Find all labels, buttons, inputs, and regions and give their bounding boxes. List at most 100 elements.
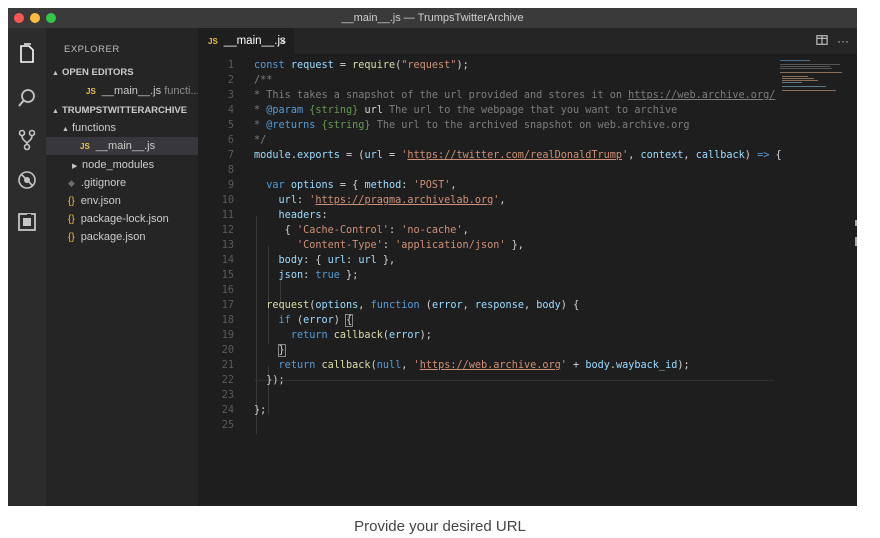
git-file-icon: ◆ (68, 178, 75, 188)
code-text: url: 'https://pragma.archivelab.org', (278, 195, 506, 206)
line-number: 24 (221, 405, 234, 416)
tree-item-label: env.json (80, 195, 121, 207)
tree-item-env-json[interactable]: {} env.json (46, 192, 198, 210)
code-text: headers: (278, 210, 328, 221)
line-number: 10 (221, 195, 234, 206)
line-number: 13 (221, 240, 234, 251)
line-number: 19 (221, 330, 234, 341)
line-number: 2 (227, 75, 234, 86)
caret-down-icon: ▲ (52, 108, 59, 115)
close-tab-icon[interactable]: × (279, 28, 286, 54)
code-text: body: { url: url }, (278, 255, 396, 266)
code-text: * @param {string} url The url to the web… (254, 105, 678, 116)
open-editors-section[interactable]: ▲ OPEN EDITORS (46, 63, 198, 81)
line-number: 20 (221, 345, 234, 356)
json-file-icon: {} (68, 196, 75, 207)
minimap-line (782, 78, 814, 79)
explorer-sidebar: EXPLORER ▲ OPEN EDITORS JS __main__.js fun… (46, 28, 198, 506)
code-text: return callback(error); (290, 330, 432, 341)
more-actions-icon[interactable]: ··· (836, 34, 850, 48)
files-icon[interactable] (15, 42, 39, 66)
line-number: 23 (221, 390, 234, 401)
line-number: 7 (227, 150, 234, 161)
code-text: * @returns {string} The url to the archi… (254, 120, 690, 131)
tree-item-package-json[interactable]: {} package.json (46, 228, 198, 246)
tab-main-js[interactable]: JS __main__.js × (198, 28, 294, 54)
editor-pane: JS __main__.js × ··· 1 const request = req… (198, 28, 857, 506)
source-control-icon[interactable] (15, 128, 39, 152)
close-window-button[interactable] (14, 13, 24, 23)
line-number: 4 (227, 105, 234, 116)
line-number: 17 (221, 300, 234, 311)
js-file-icon: JS (208, 37, 218, 46)
tree-item-functions[interactable]: ▲ functions (46, 119, 198, 137)
maximize-window-button[interactable] (46, 13, 56, 23)
js-file-icon: JS (80, 142, 90, 151)
caret-right-icon: ▶ (72, 163, 78, 170)
window-title: __main__.js — TrumpsTwitterArchive (341, 12, 524, 24)
minimap-line (782, 86, 826, 87)
line-number: 14 (221, 255, 234, 266)
tree-item-label: .gitignore (80, 177, 127, 189)
search-icon[interactable] (15, 86, 39, 110)
tree-item-label: functions (72, 122, 117, 134)
open-editor-item[interactable]: JS __main__.js functi... (46, 82, 198, 100)
line-number: 21 (221, 360, 234, 371)
minimap-line (780, 60, 810, 61)
tab-bar: JS __main__.js × ··· (198, 28, 857, 54)
minimap-line (782, 80, 818, 81)
code-text: json: true }; (278, 270, 359, 281)
caption: Provide your desired URL (354, 518, 526, 535)
project-section[interactable]: ▲ TRUMPSTWITTERARCHIVE (46, 101, 198, 119)
line-number: 9 (227, 180, 234, 191)
line-number: 12 (221, 225, 234, 236)
tree-item-gitignore[interactable]: ◆ .gitignore (46, 174, 198, 192)
line-number: 18 (221, 315, 234, 326)
debug-icon[interactable] (15, 168, 39, 192)
caret-down-icon: ▲ (52, 70, 59, 77)
activity-bar (8, 28, 46, 506)
minimap-line (780, 72, 842, 73)
code-text: }; (254, 405, 267, 416)
split-editor-icon[interactable] (815, 34, 829, 48)
minimize-window-button[interactable] (30, 13, 40, 23)
project-label: TRUMPSTWITTERARCHIVE (62, 105, 188, 116)
json-file-icon: {} (68, 214, 75, 225)
code-text: return callback(null, 'https://web.archi… (278, 360, 690, 371)
code-text: module.exports = (url = 'https://twitter… (254, 150, 782, 161)
line-number: 8 (227, 165, 234, 176)
active-line-rule (254, 380, 774, 381)
tree-item-main-js[interactable]: JS __main__.js (46, 137, 198, 155)
editor-window: __main__.js — TrumpsTwitterArchive EXPLO… (8, 8, 857, 506)
line-number: 6 (227, 135, 234, 146)
code-text: var options = { method: 'POST', (266, 180, 457, 191)
line-number: 5 (227, 120, 234, 131)
tree-item-node-modules[interactable]: ▶ node_modules (46, 156, 198, 174)
tree-item-label: __main__.js (95, 140, 156, 152)
line-number: 22 (221, 375, 234, 386)
scrollbar-marker[interactable] (855, 237, 857, 246)
scrollbar-marker[interactable] (855, 220, 857, 226)
code-text: const request = require("request"); (254, 60, 469, 71)
minimap-line (780, 68, 832, 69)
open-editors-label: OPEN EDITORS (62, 67, 134, 78)
line-number: 16 (221, 285, 234, 296)
tree-item-package-lock-json[interactable]: {} package-lock.json (46, 210, 198, 228)
code-text: /** (254, 75, 273, 86)
json-file-icon: {} (68, 232, 75, 243)
tree-item-label: node_modules (82, 159, 155, 171)
title-bar: __main__.js — TrumpsTwitterArchive (8, 8, 857, 28)
extensions-icon[interactable] (15, 210, 39, 234)
minimap-line (782, 82, 802, 83)
tree-item-label: package-lock.json (80, 213, 169, 225)
tree-item-label: package.json (80, 231, 146, 243)
js-file-icon: JS (86, 87, 96, 96)
open-editor-folder: functi... (164, 85, 198, 97)
line-number: 1 (227, 60, 234, 71)
explorer-header: EXPLORER (64, 44, 120, 55)
code-text: 'Content-Type': 'application/json' }, (296, 240, 524, 251)
code-text: } (277, 344, 286, 357)
minimap-line (780, 64, 840, 65)
minimap-line (782, 76, 808, 77)
minimap[interactable] (778, 58, 850, 98)
